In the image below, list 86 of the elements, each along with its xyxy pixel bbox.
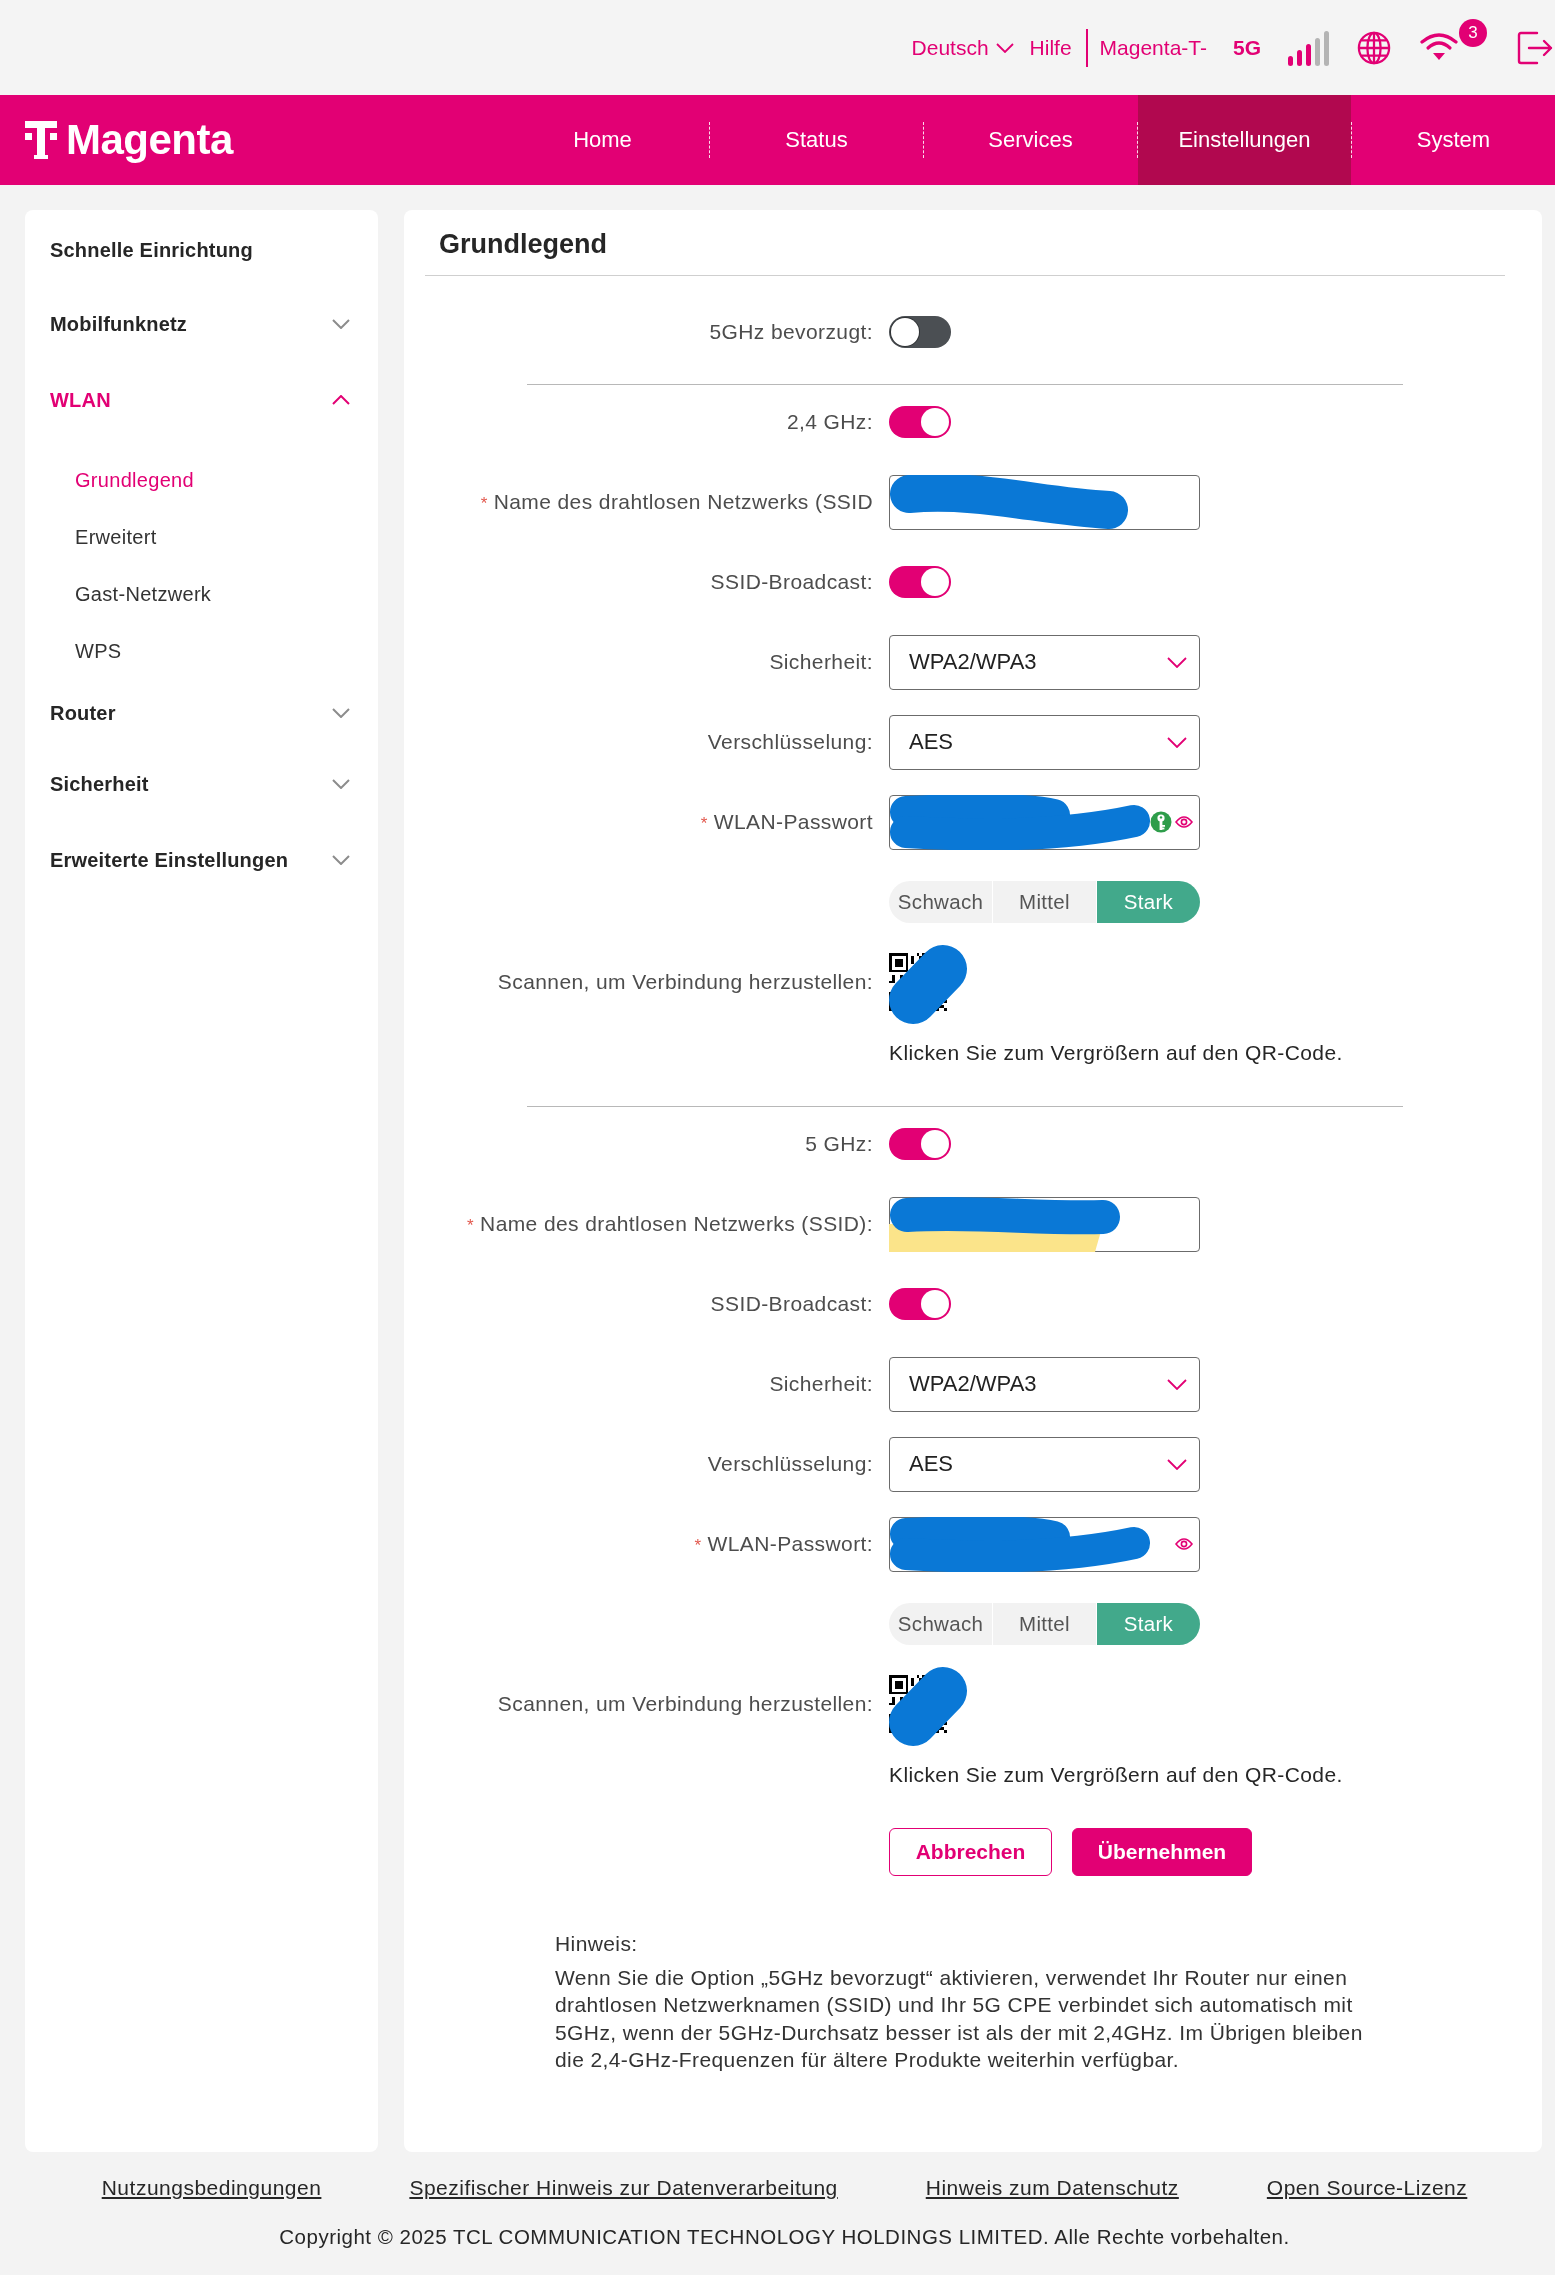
- sidebar-item[interactable]: Mobilfunknetz: [25, 286, 378, 362]
- nav-tab[interactable]: Home: [496, 95, 709, 185]
- field-label: 2,4 GHz:: [786, 410, 873, 434]
- field-label: Verschlüsselung:: [707, 1452, 873, 1476]
- qr-code[interactable]: [889, 952, 947, 1012]
- select-dropdown[interactable]: AES: [889, 1436, 1200, 1492]
- chevron-down-icon: [1167, 1378, 1187, 1390]
- select-dropdown[interactable]: WPA2/WPA3: [889, 634, 1200, 690]
- input-field[interactable]: [889, 1196, 1200, 1252]
- operator-name: Magenta-T-: [1099, 35, 1207, 60]
- field-label: 5 GHz:: [805, 1132, 873, 1156]
- toggle-switch[interactable]: [889, 1128, 951, 1160]
- help-link[interactable]: Hilfe: [1029, 35, 1072, 60]
- apply-button[interactable]: Übernehmen: [1072, 1828, 1252, 1876]
- logout-icon[interactable]: [1517, 30, 1553, 65]
- strength-level: Mittel: [993, 881, 1096, 923]
- submenu-item[interactable]: Erweitert: [25, 509, 378, 566]
- strength-level: Schwach: [889, 1603, 992, 1645]
- field-label: WLAN-Passwort:: [707, 1532, 873, 1556]
- select-dropdown[interactable]: AES: [889, 714, 1200, 770]
- nav-tab[interactable]: Status: [710, 95, 923, 185]
- field-label: Scannen, um Verbindung herzustellen:: [497, 970, 873, 994]
- eye-icon[interactable]: [1175, 815, 1193, 829]
- footer-link[interactable]: Nutzungsbedingungen: [101, 2176, 322, 2200]
- strength-level: Stark: [1097, 881, 1200, 923]
- strength-level: Schwach: [889, 881, 992, 923]
- password-field[interactable]: [889, 1516, 1200, 1572]
- hint-text: Klicken Sie zum Vergrößern auf den QR-Code.: [889, 1763, 1343, 1786]
- footer-link[interactable]: Hinweis zum Datenschutz: [925, 2176, 1179, 2200]
- note-title: Hinweis:: [555, 1931, 639, 1957]
- required-mark: *: [700, 814, 708, 834]
- brand-name: Magenta: [66, 116, 233, 164]
- cancel-button[interactable]: Abbrechen: [889, 1828, 1052, 1876]
- sidebar-item[interactable]: WLAN: [25, 362, 378, 438]
- required-mark: *: [480, 494, 488, 514]
- toggle-switch[interactable]: [889, 1288, 951, 1320]
- sidebar-item[interactable]: Router: [25, 680, 378, 746]
- qr-code[interactable]: [889, 1674, 947, 1734]
- language-dropdown[interactable]: Deutsch: [911, 35, 1014, 60]
- notification-badge: 3: [1459, 19, 1487, 47]
- chevron-down-icon: [1167, 1458, 1187, 1470]
- strength-level: Stark: [1097, 1603, 1200, 1645]
- note-text: Wenn Sie die Option „5GHz bevorzugt“ aktivieren, verwendet Ihr Router nur einen drahtlosen Netzwerknamen (SSID) und Ihr 5G CPE verbindet sich automatisch mit 5GHz, wenn der 5GHz-Durchsatz besser ist als der mit 2,4GHz. Im Übrigen bleiben die 2,4-GHz-Frequenzen für ältere Produkte weiterhin verfügbar.: [555, 1965, 1364, 2074]
- nav-tab[interactable]: Einstellungen: [1138, 95, 1351, 185]
- field-label: SSID-Broadcast:: [710, 570, 873, 594]
- chevron-down-icon: [1167, 736, 1187, 748]
- field-label: Sicherheit:: [769, 1372, 873, 1396]
- nav-tab[interactable]: System: [1352, 95, 1555, 185]
- chevron-down-icon: [1167, 656, 1187, 668]
- required-mark: *: [694, 1536, 702, 1556]
- network-type: 5G: [1233, 35, 1261, 60]
- eye-icon[interactable]: [1175, 1537, 1193, 1551]
- input-field[interactable]: [889, 474, 1200, 530]
- field-label: SSID-Broadcast:: [710, 1292, 873, 1316]
- field-label: Scannen, um Verbindung herzustellen:: [497, 1692, 873, 1716]
- sidebar-item[interactable]: Sicherheit: [25, 746, 378, 822]
- signal-icon: [1287, 29, 1329, 66]
- field-label: WLAN-Passwort: [713, 810, 873, 834]
- key-icon[interactable]: [1150, 811, 1172, 833]
- globe-icon[interactable]: [1357, 30, 1391, 65]
- submenu-item[interactable]: Grundlegend: [25, 452, 378, 509]
- sidebar-item[interactable]: Schnelle Einrichtung: [25, 215, 378, 286]
- select-dropdown[interactable]: WPA2/WPA3: [889, 1356, 1200, 1412]
- page-title: Grundlegend: [439, 229, 607, 259]
- field-label: 5GHz bevorzugt:: [709, 320, 873, 344]
- wifi-icon[interactable]: [1419, 31, 1459, 61]
- toggle-switch[interactable]: [889, 316, 951, 348]
- t-logo-icon: [25, 121, 57, 159]
- field-label: Name des drahtlosen Netzwerks (SSID: [493, 490, 873, 514]
- caret-down-icon: [995, 42, 1014, 53]
- sidebar-item[interactable]: Erweiterte Einstellungen: [25, 822, 378, 898]
- submenu-item[interactable]: WPS: [25, 623, 378, 680]
- toggle-switch[interactable]: [889, 566, 951, 598]
- field-label: Name des drahtlosen Netzwerks (SSID):: [480, 1212, 873, 1236]
- nav-tab[interactable]: Services: [924, 95, 1137, 185]
- toggle-switch[interactable]: [889, 406, 951, 438]
- footer-link[interactable]: Open Source-Lizenz: [1266, 2176, 1468, 2200]
- field-label: Sicherheit:: [769, 650, 873, 674]
- hint-text: Klicken Sie zum Vergrößern auf den QR-Code.: [889, 1041, 1343, 1064]
- copyright-text: Copyright © 2025 TCL COMMUNICATION TECHNOLOGY HOLDINGS LIMITED. Alle Rechte vorbehalten.: [279, 2225, 1290, 2248]
- submenu-item[interactable]: Gast-Netzwerk: [25, 566, 378, 623]
- required-mark: *: [467, 1216, 475, 1236]
- strength-level: Mittel: [993, 1603, 1096, 1645]
- field-label: Verschlüsselung:: [707, 730, 873, 754]
- footer-link[interactable]: Spezifischer Hinweis zur Datenverarbeitung: [409, 2176, 838, 2200]
- password-field[interactable]: [889, 794, 1200, 850]
